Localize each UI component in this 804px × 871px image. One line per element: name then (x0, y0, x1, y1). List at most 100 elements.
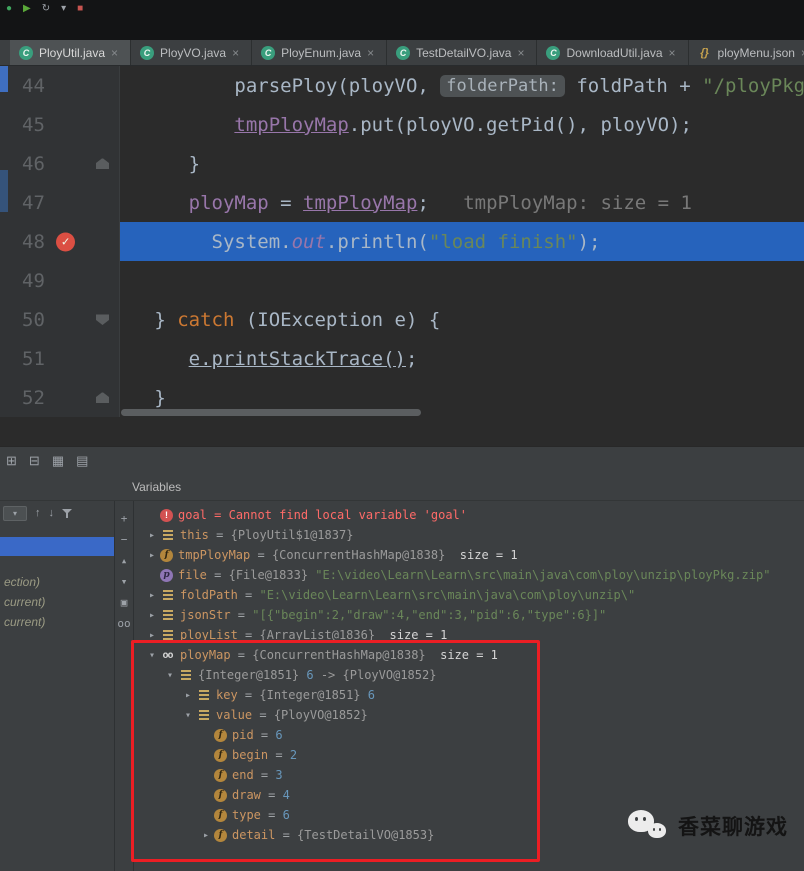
variable-row[interactable]: this = {PloyUtil$1@1837} (134, 525, 804, 545)
run-icon[interactable]: ▶ (23, 3, 31, 14)
text-segment: "load finish" (428, 230, 578, 253)
text-segment: detail (232, 828, 276, 842)
variable-row[interactable]: key = {Integer@1851} 6 (134, 685, 804, 705)
tab-close-icon[interactable] (111, 47, 121, 59)
variable-row[interactable]: end = 3 (134, 765, 804, 785)
text-segment (120, 114, 234, 136)
text-segment: "/ployPkg" (702, 74, 804, 97)
fold-end-icon[interactable] (96, 158, 109, 169)
expand-chevron-icon[interactable] (180, 690, 196, 701)
editor-gutter[interactable]: 47 (0, 183, 120, 222)
variable-icon (196, 688, 211, 702)
expand-chevron-icon[interactable] (144, 550, 160, 561)
frames-panel: ▾ ↑ ↓ ection) current) current) (0, 501, 115, 871)
editor-tab[interactable]: C PloyUtil.java (10, 40, 132, 65)
app-icon[interactable]: ● (6, 3, 12, 14)
variable-row[interactable]: tmpPloyMap = {ConcurrentHashMap@1838} si… (134, 545, 804, 565)
expand-chevron-icon[interactable] (162, 670, 178, 681)
variable-row[interactable]: ployMap = {ConcurrentHashMap@1838} size … (134, 645, 804, 665)
stop-icon[interactable]: ■ (77, 3, 83, 14)
editor-gutter[interactable]: 44 (0, 66, 120, 105)
editor-tab[interactable]: C TestDetailVO.java (387, 40, 538, 65)
fold-start-icon[interactable] (96, 314, 109, 325)
ide-window: ● ▶ ↻ ▾ ■ C PloyUtil.java C PloyVO.java (0, 0, 804, 871)
variable-row[interactable]: jsonStr = "[{"begin":2,"draw":4,"end":3,… (134, 605, 804, 625)
variable-row[interactable]: begin = 2 (134, 745, 804, 765)
fold-end-icon[interactable] (96, 392, 109, 403)
frame-item[interactable]: current) (0, 612, 114, 632)
expand-chevron-icon[interactable] (144, 650, 160, 661)
show-watches-icon[interactable]: oo (117, 618, 130, 629)
variable-row[interactable]: goal = Cannot find local variable 'goal' (134, 505, 804, 525)
editor-gutter[interactable]: 52 (0, 378, 120, 417)
restore-layout-icon[interactable]: ⊞ (6, 454, 17, 467)
filter-funnel-icon[interactable] (62, 508, 73, 519)
thread-selector-dropdown[interactable]: ▾ (3, 505, 27, 521)
move-watch-down-icon[interactable]: ▾ (121, 576, 128, 587)
text-segment: {PloyVO@1852} (273, 708, 368, 722)
expand-chevron-icon[interactable] (144, 530, 160, 541)
text-segment: = (250, 548, 272, 562)
text-segment: ; (417, 191, 429, 214)
text-segment: catch (177, 308, 235, 331)
expand-chevron-icon[interactable] (144, 630, 160, 641)
text-segment: "E:\video\Learn\Learn\src\main\java\com\… (315, 568, 771, 582)
variable-row[interactable]: file = {File@1833} "E:\video\Learn\Learn… (134, 565, 804, 585)
line-number: 46 (22, 152, 45, 175)
variable-row[interactable]: value = {PloyVO@1852} (134, 705, 804, 725)
evaluate-expression-icon[interactable]: ⊟ (29, 454, 40, 467)
variable-row[interactable]: foldPath = "E:\video\Learn\Learn\src\mai… (134, 585, 804, 605)
editor-gutter[interactable]: 48 (0, 222, 120, 261)
text-segment: folderPath: (440, 74, 565, 97)
editor-tabs: C PloyUtil.java C PloyVO.java C PloyEnum… (0, 40, 804, 66)
expand-chevron-icon[interactable] (144, 610, 160, 621)
frame-item[interactable]: ection) (0, 572, 114, 592)
code-editor[interactable]: 44 parsePloy(ployVO, folderPath: foldPat… (0, 66, 804, 418)
selected-frame-row[interactable] (0, 537, 114, 556)
editor-gutter[interactable]: 46 (0, 144, 120, 183)
tab-close-icon[interactable] (367, 47, 377, 59)
editor-tab[interactable]: {} ployMenu.json (688, 40, 804, 65)
editor-tab[interactable]: C PloyEnum.java (252, 40, 388, 65)
editor-gutter[interactable]: 51 (0, 339, 120, 378)
variable-row[interactable]: ployList = {ArrayList@1836} size = 1 (134, 625, 804, 645)
text-segment: = (230, 648, 253, 662)
expand-chevron-icon[interactable] (144, 590, 160, 601)
dropdown-arrow-icon[interactable]: ▾ (61, 3, 66, 14)
variable-row[interactable]: draw = 4 (134, 785, 804, 805)
text-segment: tmpPloyMap (234, 113, 349, 136)
sync-icon[interactable]: ↻ (42, 3, 50, 14)
frame-down-icon[interactable]: ↓ (49, 507, 55, 519)
variable-row[interactable]: pid = 6 (134, 725, 804, 745)
watermark: 香菜聊游戏 (628, 808, 788, 844)
horizontal-scrollbar[interactable] (121, 409, 421, 416)
grid-view-icon[interactable]: ▦ (52, 454, 64, 467)
duplicate-watch-icon[interactable]: ▣ (121, 597, 128, 608)
text-segment: tmpPloyMap (178, 548, 251, 562)
editor-gutter[interactable]: 50 (0, 300, 120, 339)
tab-close-icon[interactable] (232, 47, 242, 59)
move-watch-up-icon[interactable]: ▴ (121, 555, 128, 566)
frame-item[interactable]: current) (0, 592, 114, 612)
tab-close-icon[interactable] (517, 47, 527, 59)
editor-gutter[interactable]: 45 (0, 105, 120, 144)
list-view-icon[interactable]: ▤ (76, 454, 88, 467)
text-segment: Cannot find local variable 'goal' (228, 508, 468, 522)
variable-row[interactable]: {Integer@1851} 6 -> {PloyVO@1852} (134, 665, 804, 685)
breakpoint-icon[interactable] (56, 232, 75, 251)
expand-chevron-icon[interactable] (198, 830, 214, 841)
java-class-icon: C (546, 45, 561, 60)
tab-close-icon[interactable] (669, 47, 679, 59)
add-watch-icon[interactable]: + (121, 513, 128, 524)
expand-chevron-icon[interactable] (180, 710, 196, 721)
parameter-icon (160, 568, 173, 582)
field-icon (214, 728, 227, 742)
line-number: 47 (22, 191, 45, 214)
text-segment: {PloyVO@1852} (342, 668, 437, 682)
remove-watch-icon[interactable]: − (121, 534, 128, 545)
editor-tab[interactable]: C DownloadUtil.java (537, 40, 689, 65)
editor-gutter[interactable]: 49 (0, 261, 120, 300)
text-segment: ; (405, 347, 418, 370)
frame-up-icon[interactable]: ↑ (35, 507, 41, 519)
editor-tab[interactable]: C PloyVO.java (131, 40, 253, 65)
